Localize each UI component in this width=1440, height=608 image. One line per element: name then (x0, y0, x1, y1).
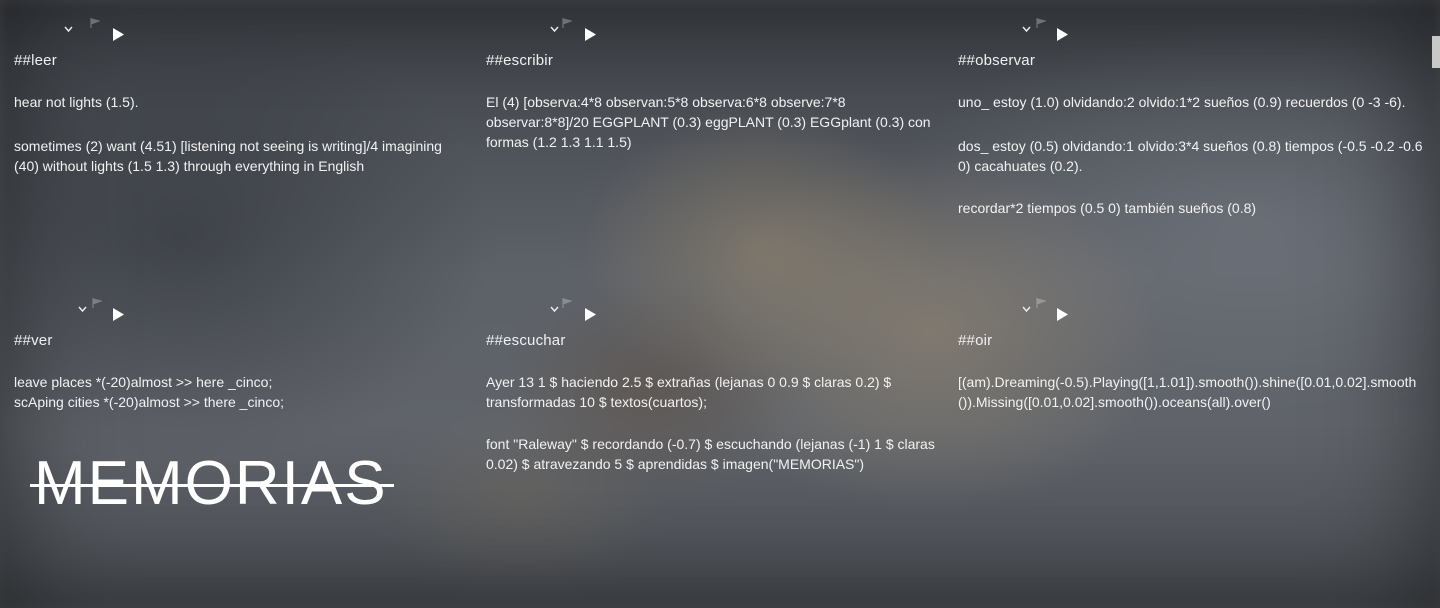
panel-paragraph: El (4) [observa:4*8 observan:5*8 observa… (486, 94, 931, 150)
chevron-down-icon[interactable] (78, 306, 87, 314)
chevron-down-icon[interactable] (64, 26, 73, 34)
panel-controls (0, 280, 130, 324)
play-icon[interactable] (1056, 308, 1069, 321)
panel-paragraph: hear not lights (1.5). (14, 94, 139, 110)
panel-controls (472, 0, 602, 44)
panel-title: ##observar (958, 52, 1036, 69)
panel-ver: ##ver leave places *(-20)almost >> here … (0, 280, 460, 580)
panel-escuchar: ##escuchar Ayer 13 1 $ haciendo 2.5 $ ex… (472, 280, 935, 580)
play-icon[interactable] (1056, 28, 1069, 41)
mini-flag-icon (90, 18, 100, 28)
panel-paragraph: [(am).Dreaming(-0.5).Playing([1,1.01]).s… (958, 374, 1417, 410)
play-icon[interactable] (112, 28, 125, 41)
panel-controls (472, 280, 602, 324)
panel-paragraph: dos_ estoy (0.5) olvidando:1 olvido:3*4 … (958, 138, 1423, 174)
chevron-down-icon[interactable] (550, 306, 559, 314)
panel-title: ##ver (14, 332, 53, 349)
mini-flag-icon (92, 298, 102, 308)
panel-paragraph: sometimes (2) want (4.51) [listening not… (14, 138, 442, 174)
panel-controls (944, 0, 1074, 44)
panel-observar: ##observar uno_ estoy (1.0) olvidando:2 … (944, 0, 1434, 280)
chevron-down-icon[interactable] (1022, 306, 1031, 314)
strike-line (30, 484, 394, 487)
panel-paragraph: font "Raleway" $ recordando (-0.7) $ esc… (486, 436, 935, 472)
panel-title: ##escuchar (486, 332, 566, 349)
panel-controls (0, 0, 130, 44)
play-icon[interactable] (584, 28, 597, 41)
chevron-down-icon[interactable] (550, 26, 559, 34)
mini-flag-icon (1036, 298, 1046, 308)
panel-oir: ##oir [(am).Dreaming(-0.5).Playing([1,1.… (944, 280, 1416, 580)
panel-leer: ##leer hear not lights (1.5). sometimes … (0, 0, 460, 280)
mini-flag-icon (1036, 18, 1046, 28)
panel-title: ##oir (958, 332, 993, 349)
mini-flag-icon (562, 298, 572, 308)
panel-escribir: ##escribir El (4) [observa:4*8 observan:… (472, 0, 932, 280)
mini-flag-icon (562, 18, 572, 28)
panel-paragraph: uno_ estoy (1.0) olvidando:2 olvido:1*2 … (958, 94, 1406, 110)
panel-controls (944, 280, 1074, 324)
panel-paragraph: leave places *(-20)almost >> here _cinco… (14, 374, 285, 410)
panel-paragraph: Ayer 13 1 $ haciendo 2.5 $ extrañas (lej… (486, 374, 892, 410)
chevron-down-icon[interactable] (1022, 26, 1031, 34)
play-icon[interactable] (112, 308, 125, 321)
memorias-overlay-title: MEMORIAS (30, 448, 394, 519)
panel-title: ##leer (14, 52, 57, 69)
play-icon[interactable] (584, 308, 597, 321)
panel-title: ##escribir (486, 52, 554, 69)
panel-paragraph: recordar*2 tiempos (0.5 0) también sueño… (958, 200, 1257, 216)
